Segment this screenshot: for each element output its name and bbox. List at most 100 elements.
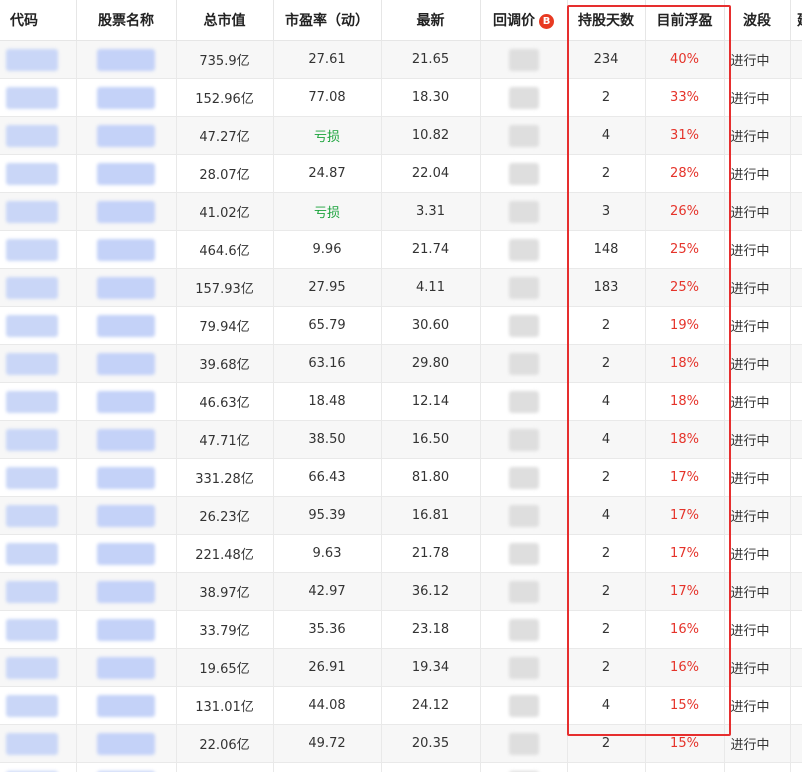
- float-gain-cell: 14%: [645, 762, 725, 772]
- redacted-name: [97, 48, 155, 71]
- table-row[interactable]: 26.23亿 95.39 16.81 4 17% 进行中: [0, 496, 802, 535]
- extra-cell: [790, 306, 802, 345]
- latest-price-cell: 10.90: [381, 762, 481, 772]
- table-row[interactable]: 19.65亿 26.91 19.34 2 16% 进行中: [0, 648, 802, 687]
- code-cell: [0, 116, 77, 155]
- float-gain-cell: 33%: [645, 78, 725, 117]
- table-row[interactable]: 131.01亿 44.08 24.12 4 15% 进行中: [0, 686, 802, 725]
- redacted-code: [6, 200, 58, 223]
- wave-cell: 进行中: [724, 268, 791, 307]
- name-cell: [76, 762, 177, 772]
- latest-price-cell: 21.78: [381, 534, 481, 573]
- header-wave[interactable]: 波段: [724, 0, 791, 41]
- hold-days-cell: 2: [567, 306, 646, 345]
- pe-cell: 9.96: [273, 230, 382, 269]
- redacted-name: [97, 238, 155, 261]
- redacted-pullback: [508, 238, 539, 261]
- float-gain-cell: 18%: [645, 344, 725, 383]
- pullback-cell: [480, 458, 568, 497]
- code-cell: [0, 534, 77, 573]
- table-header-row: 代码 股票名称 总市值 市盈率（动） 最新 回调价 B 持股天数 目前浮盈 波段 …: [0, 0, 802, 41]
- redacted-pullback: [508, 580, 539, 603]
- table-row[interactable]: 26.42亿95.8310.90 214%进行中: [0, 762, 802, 772]
- redacted-name: [97, 314, 155, 337]
- redacted-name: [97, 86, 155, 109]
- table-row[interactable]: 46.63亿 18.48 12.14 4 18% 进行中: [0, 382, 802, 421]
- redacted-name: [97, 504, 155, 527]
- code-cell: [0, 648, 77, 687]
- header-code[interactable]: 代码: [0, 0, 77, 41]
- redacted-code: [6, 124, 58, 147]
- extra-cell: [790, 724, 802, 763]
- latest-price-cell: 36.12: [381, 572, 481, 611]
- redacted-name: [97, 390, 155, 413]
- table-row[interactable]: 39.68亿 63.16 29.80 2 18% 进行中: [0, 344, 802, 383]
- market-cap-cell: 221.48亿: [176, 534, 274, 573]
- float-gain-cell: 16%: [645, 610, 725, 649]
- redacted-code: [6, 656, 58, 679]
- pullback-cell: [480, 724, 568, 763]
- redacted-pullback: [508, 694, 539, 717]
- float-gain-cell: 25%: [645, 230, 725, 269]
- redacted-name: [97, 580, 155, 603]
- market-cap-cell: 26.23亿: [176, 496, 274, 535]
- header-pullback[interactable]: 回调价 B: [480, 0, 568, 41]
- market-cap-cell: 47.71亿: [176, 420, 274, 459]
- table-row[interactable]: 221.48亿 9.63 21.78 2 17% 进行中: [0, 534, 802, 573]
- table-row[interactable]: 33.79亿 35.36 23.18 2 16% 进行中: [0, 610, 802, 649]
- table-row[interactable]: 41.02亿 亏损 3.31 3 26% 进行中: [0, 192, 802, 231]
- redacted-code: [6, 504, 58, 527]
- wave-cell: 进行中: [724, 496, 791, 535]
- name-cell: [76, 648, 177, 687]
- header-market-cap[interactable]: 总市值: [176, 0, 274, 41]
- market-cap-cell: 464.6亿: [176, 230, 274, 269]
- pullback-cell: [480, 230, 568, 269]
- table-row[interactable]: 38.97亿 42.97 36.12 2 17% 进行中: [0, 572, 802, 611]
- table-row[interactable]: 331.28亿 66.43 81.80 2 17% 进行中: [0, 458, 802, 497]
- float-gain-cell: 16%: [645, 648, 725, 687]
- wave-cell: 进行中: [724, 648, 791, 687]
- redacted-code: [6, 390, 58, 413]
- code-cell: [0, 724, 77, 763]
- header-pe[interactable]: 市盈率（动）: [273, 0, 382, 41]
- table-row[interactable]: 79.94亿 65.79 30.60 2 19% 进行中: [0, 306, 802, 345]
- table-row[interactable]: 735.9亿 27.61 21.65 234 40% 进行中: [0, 40, 802, 79]
- pullback-cell: [480, 154, 568, 193]
- hold-days-cell: 148: [567, 230, 646, 269]
- float-gain-cell: 31%: [645, 116, 725, 155]
- table-row[interactable]: 28.07亿 24.87 22.04 2 28% 进行中: [0, 154, 802, 193]
- header-name[interactable]: 股票名称: [76, 0, 177, 41]
- table-row[interactable]: 152.96亿 77.08 18.30 2 33% 进行中: [0, 78, 802, 117]
- market-cap-cell: 26.42亿: [176, 762, 274, 772]
- hold-days-cell: 2: [567, 572, 646, 611]
- b-badge-icon: B: [539, 14, 554, 29]
- table-row[interactable]: 464.6亿 9.96 21.74 148 25% 进行中: [0, 230, 802, 269]
- table-row[interactable]: 22.06亿 49.72 20.35 2 15% 进行中: [0, 724, 802, 763]
- extra-cell: [790, 458, 802, 497]
- pullback-cell: [480, 40, 568, 79]
- market-cap-cell: 28.07亿: [176, 154, 274, 193]
- pullback-cell: [480, 534, 568, 573]
- header-float-gain[interactable]: 目前浮盈: [645, 0, 725, 41]
- redacted-code: [6, 314, 58, 337]
- pe-cell: 65.79: [273, 306, 382, 345]
- name-cell: [76, 344, 177, 383]
- redacted-code: [6, 86, 58, 109]
- pe-cell: 9.63: [273, 534, 382, 573]
- table-row[interactable]: 47.71亿 38.50 16.50 4 18% 进行中: [0, 420, 802, 459]
- pullback-cell: [480, 496, 568, 535]
- header-extra[interactable]: 建: [790, 0, 802, 41]
- header-hold-days[interactable]: 持股天数: [567, 0, 646, 41]
- table-row[interactable]: 157.93亿 27.95 4.11 183 25% 进行中: [0, 268, 802, 307]
- code-cell: [0, 610, 77, 649]
- extra-cell: [790, 420, 802, 459]
- redacted-code: [6, 466, 58, 489]
- header-latest[interactable]: 最新: [381, 0, 481, 41]
- pe-cell: 44.08: [273, 686, 382, 725]
- redacted-pullback: [508, 656, 539, 679]
- extra-cell: [790, 192, 802, 231]
- latest-price-cell: 3.31: [381, 192, 481, 231]
- table-row[interactable]: 47.27亿 亏损 10.82 4 31% 进行中: [0, 116, 802, 155]
- hold-days-cell: 2: [567, 154, 646, 193]
- redacted-pullback: [508, 466, 539, 489]
